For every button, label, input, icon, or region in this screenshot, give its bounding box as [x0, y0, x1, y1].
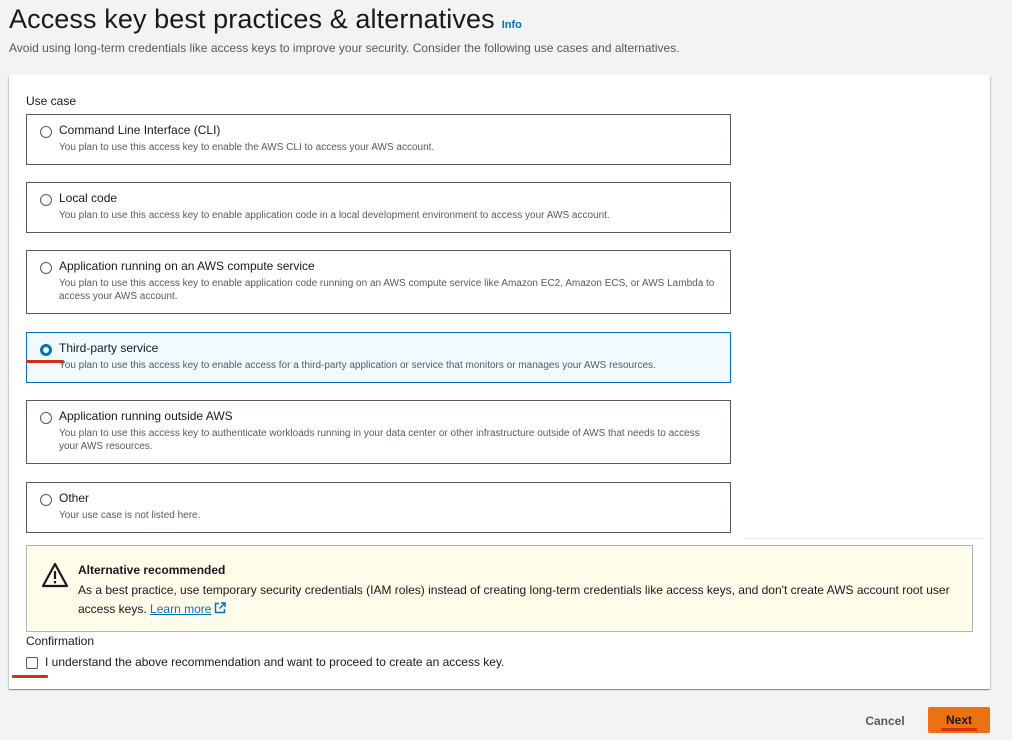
cancel-button[interactable]: Cancel: [852, 708, 918, 734]
option-description: You plan to use this access key to enabl…: [59, 142, 435, 153]
option-title: Other: [59, 491, 90, 505]
page-title: Access key best practices & alternatives: [9, 4, 495, 34]
annotation-underline: [26, 360, 64, 363]
info-link[interactable]: Info: [502, 19, 522, 31]
confirmation-checkbox[interactable]: [26, 657, 38, 669]
option-description: You plan to use this access key to authe…: [59, 428, 700, 452]
alert-text: As a best practice, use temporary securi…: [78, 581, 958, 619]
learn-more-label[interactable]: Learn more: [150, 602, 211, 616]
option-title: Application running outside AWS: [59, 409, 233, 423]
page-subtitle: Avoid using long-term credentials like a…: [9, 41, 680, 55]
option-description: You plan to use this access key to enabl…: [59, 210, 610, 221]
option-description: You plan to use this access key to enabl…: [59, 360, 656, 371]
option-title: Local code: [59, 191, 118, 205]
use-case-option-other[interactable]: Other Your use case is not listed here.: [26, 482, 731, 533]
use-case-panel: Use case Command Line Interface (CLI) Yo…: [9, 75, 990, 689]
use-case-option-local-code[interactable]: Local code You plan to use this access k…: [26, 182, 731, 233]
alternative-recommended-alert: Alternative recommended As a best practi…: [26, 545, 973, 632]
confirmation-label: Confirmation: [26, 634, 95, 648]
external-link-icon[interactable]: [214, 602, 227, 614]
annotation-underline: [941, 728, 977, 731]
option-description: Your use case is not listed here.: [59, 510, 201, 521]
confirmation-checkbox-label[interactable]: I understand the above recommendation an…: [45, 655, 504, 669]
radio-button[interactable]: [40, 412, 52, 424]
radio-button[interactable]: [40, 262, 52, 274]
option-title: Application running on an AWS compute se…: [59, 259, 315, 273]
use-case-label: Use case: [26, 94, 77, 108]
option-title: Third-party service: [59, 341, 159, 355]
radio-button[interactable]: [40, 194, 52, 206]
use-case-option-aws-compute[interactable]: Application running on an AWS compute se…: [26, 250, 731, 314]
warning-icon: [42, 562, 68, 588]
use-case-option-outside-aws[interactable]: Application running outside AWS You plan…: [26, 400, 731, 464]
annotation-underline: [12, 675, 48, 678]
use-case-option-cli[interactable]: Command Line Interface (CLI) You plan to…: [26, 114, 731, 165]
option-description: You plan to use this access key to enabl…: [59, 278, 715, 302]
radio-button-selected[interactable]: [40, 344, 52, 356]
page-header: Access key best practices & alternatives…: [9, 4, 680, 55]
divider: [744, 538, 984, 539]
radio-button[interactable]: [40, 494, 52, 506]
learn-more-link[interactable]: Learn more: [150, 602, 227, 616]
alert-title: Alternative recommended: [78, 563, 226, 577]
radio-button[interactable]: [40, 126, 52, 138]
option-title: Command Line Interface (CLI): [59, 123, 221, 137]
use-case-option-third-party[interactable]: Third-party service You plan to use this…: [26, 332, 731, 383]
